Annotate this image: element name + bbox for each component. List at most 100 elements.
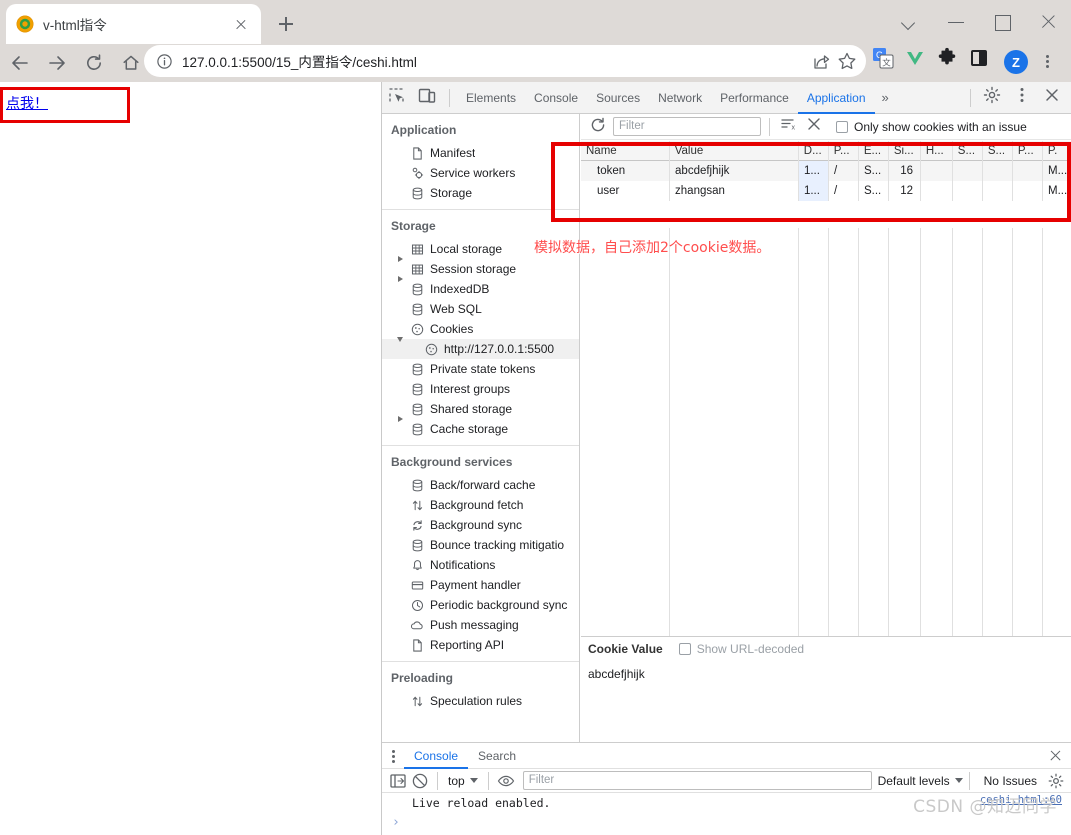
puzzle-extensions-icon[interactable] — [936, 47, 964, 75]
only-issues-checkbox[interactable] — [836, 120, 848, 133]
tab-sources[interactable]: Sources — [587, 82, 649, 114]
live-expression-icon[interactable] — [495, 770, 517, 792]
console-sidebar-icon[interactable] — [387, 770, 409, 792]
table-row[interactable]: user zhangsan 1... / S... 12 M... — [581, 181, 1071, 201]
column-header-value[interactable]: Value — [670, 141, 799, 161]
close-tab-icon[interactable] — [231, 14, 251, 34]
sidebar-item-periodic-background-sync[interactable]: Periodic background sync — [382, 595, 579, 615]
sidebar-item-private-state-tokens[interactable]: Private state tokens — [382, 359, 579, 379]
browser-tab[interactable]: v-html指令 — [6, 4, 261, 44]
vue-devtools-icon[interactable] — [904, 47, 932, 75]
site-info-icon[interactable] — [156, 53, 173, 70]
google-translate-icon[interactable]: G 文 — [872, 47, 900, 75]
console-prompt[interactable]: › — [392, 815, 400, 830]
sidebar-item-storage[interactable]: Storage — [382, 183, 579, 203]
column-header-samesite[interactable]: S... — [983, 141, 1013, 161]
arrows-updown-icon — [408, 499, 426, 512]
sidebar-item-cookie-origin[interactable]: http://127.0.0.1:5500 — [382, 339, 579, 359]
sidebar-item-speculation-rules[interactable]: Speculation rules — [382, 691, 579, 711]
sidebar-item-background-fetch[interactable]: Background fetch — [382, 495, 579, 515]
sidebar-item-web-sql[interactable]: Web SQL — [382, 299, 579, 319]
sidebar-item-indexeddb[interactable]: IndexedDB — [382, 279, 579, 299]
drawer-tabbar: Console Search — [382, 743, 1071, 769]
show-url-decoded-checkbox[interactable] — [678, 643, 691, 655]
chevron-down-icon[interactable] — [887, 0, 933, 44]
sidepanel-icon[interactable] — [968, 47, 996, 75]
gear-icon[interactable] — [1045, 770, 1067, 792]
new-tab-button[interactable] — [272, 10, 300, 38]
sidebar-item-cache-storage[interactable]: Cache storage — [382, 419, 579, 439]
column-header-size[interactable]: Si... — [889, 141, 921, 161]
refresh-icon[interactable] — [587, 114, 609, 140]
console-context-selector[interactable]: top — [444, 774, 482, 788]
sidebar-item-bounce-tracking[interactable]: Bounce tracking mitigatio — [382, 535, 579, 555]
application-sidebar[interactable]: Application Manifest Service workers Sto… — [382, 114, 580, 762]
profile-avatar[interactable]: Z — [1004, 50, 1028, 74]
cell-value: zhangsan — [670, 181, 799, 201]
sidebar-item-service-workers[interactable]: Service workers — [382, 163, 579, 183]
sidebar-item-background-sync[interactable]: Background sync — [382, 515, 579, 535]
share-icon[interactable] — [808, 48, 834, 74]
tab-console[interactable]: Console — [525, 82, 587, 114]
close-devtools-icon[interactable] — [1042, 85, 1068, 111]
console-message-source-link[interactable]: ceshi.html:60 — [980, 794, 1062, 806]
drawer-tab-search[interactable]: Search — [468, 743, 526, 769]
table-row[interactable]: token abcdefjhijk 1... / S... 16 M... — [581, 161, 1071, 181]
column-header-secure[interactable]: S... — [953, 141, 983, 161]
page-link-dianwo[interactable]: 点我！ — [6, 93, 48, 113]
tab-elements[interactable]: Elements — [457, 82, 525, 114]
more-tabs-icon[interactable]: » — [875, 90, 896, 105]
device-toolbar-icon[interactable] — [416, 85, 442, 111]
clear-console-icon[interactable] — [409, 770, 431, 792]
sidebar-item-local-storage[interactable]: Local storage — [382, 239, 579, 262]
home-icon[interactable] — [114, 46, 148, 80]
reload-icon[interactable] — [77, 46, 111, 80]
column-header-domain[interactable]: D... — [799, 141, 829, 161]
console-filter-input[interactable]: Filter — [522, 771, 872, 790]
sidebar-item-reporting-api[interactable]: Reporting API — [382, 635, 579, 655]
sidebar-item-back-forward-cache[interactable]: Back/forward cache — [382, 475, 579, 495]
cell-partition — [1013, 161, 1043, 181]
sidebar-item-label: Session storage — [430, 262, 517, 276]
close-window-icon[interactable] — [1025, 0, 1071, 44]
drawer-kebab-menu-icon[interactable] — [382, 743, 404, 769]
sidebar-item-manifest[interactable]: Manifest — [382, 143, 579, 163]
sidebar-item-notifications[interactable]: Notifications — [382, 555, 579, 575]
column-header-expires[interactable]: E... — [859, 141, 889, 161]
devtools-kebab-menu-icon[interactable] — [1012, 85, 1038, 111]
tab-network[interactable]: Network — [649, 82, 711, 114]
cookies-filter-input[interactable]: Filter — [613, 117, 761, 136]
column-header-priority[interactable]: P. — [1043, 141, 1071, 161]
drawer-tab-console[interactable]: Console — [404, 743, 468, 769]
console-issues-button[interactable]: No Issues — [976, 774, 1045, 788]
credit-card-icon — [408, 579, 426, 592]
column-header-partition[interactable]: P... — [1013, 141, 1043, 161]
sidebar-item-payment-handler[interactable]: Payment handler — [382, 575, 579, 595]
sidebar-item-session-storage[interactable]: Session storage — [382, 259, 579, 282]
sidebar-item-interest-groups[interactable]: Interest groups — [382, 379, 579, 399]
minimize-icon[interactable] — [933, 0, 979, 44]
close-drawer-icon[interactable] — [1042, 743, 1068, 769]
kebab-menu-icon[interactable] — [1034, 49, 1060, 75]
gear-icon[interactable] — [982, 85, 1008, 111]
back-arrow-icon[interactable] — [3, 46, 37, 80]
sidebar-item-shared-storage[interactable]: Shared storage — [382, 399, 579, 422]
clear-all-cookies-icon[interactable] — [804, 114, 824, 140]
tab-performance[interactable]: Performance — [711, 82, 798, 114]
address-bar[interactable]: 127.0.0.1:5500/15_内置指令/ceshi.html — [144, 45, 866, 77]
column-header-path[interactable]: P... — [829, 141, 859, 161]
inspect-element-icon[interactable] — [386, 85, 412, 111]
maximize-icon[interactable] — [979, 0, 1025, 44]
tab-application[interactable]: Application — [798, 82, 875, 114]
toolbar-divider — [487, 771, 489, 790]
cookies-table[interactable]: Name Value D... P... E... Si... H... S..… — [581, 141, 1071, 636]
column-header-name[interactable]: Name — [581, 141, 670, 161]
sidebar-item-label: Push messaging — [430, 618, 519, 632]
console-levels-selector[interactable]: Default levels — [878, 774, 963, 788]
sidebar-item-push-messaging[interactable]: Push messaging — [382, 615, 579, 635]
column-header-httponly[interactable]: H... — [921, 141, 953, 161]
star-icon[interactable] — [834, 48, 860, 74]
forward-arrow-icon[interactable] — [40, 46, 74, 80]
sidebar-item-cookies[interactable]: Cookies — [382, 319, 579, 342]
clear-filter-icon[interactable]: x — [778, 114, 798, 140]
